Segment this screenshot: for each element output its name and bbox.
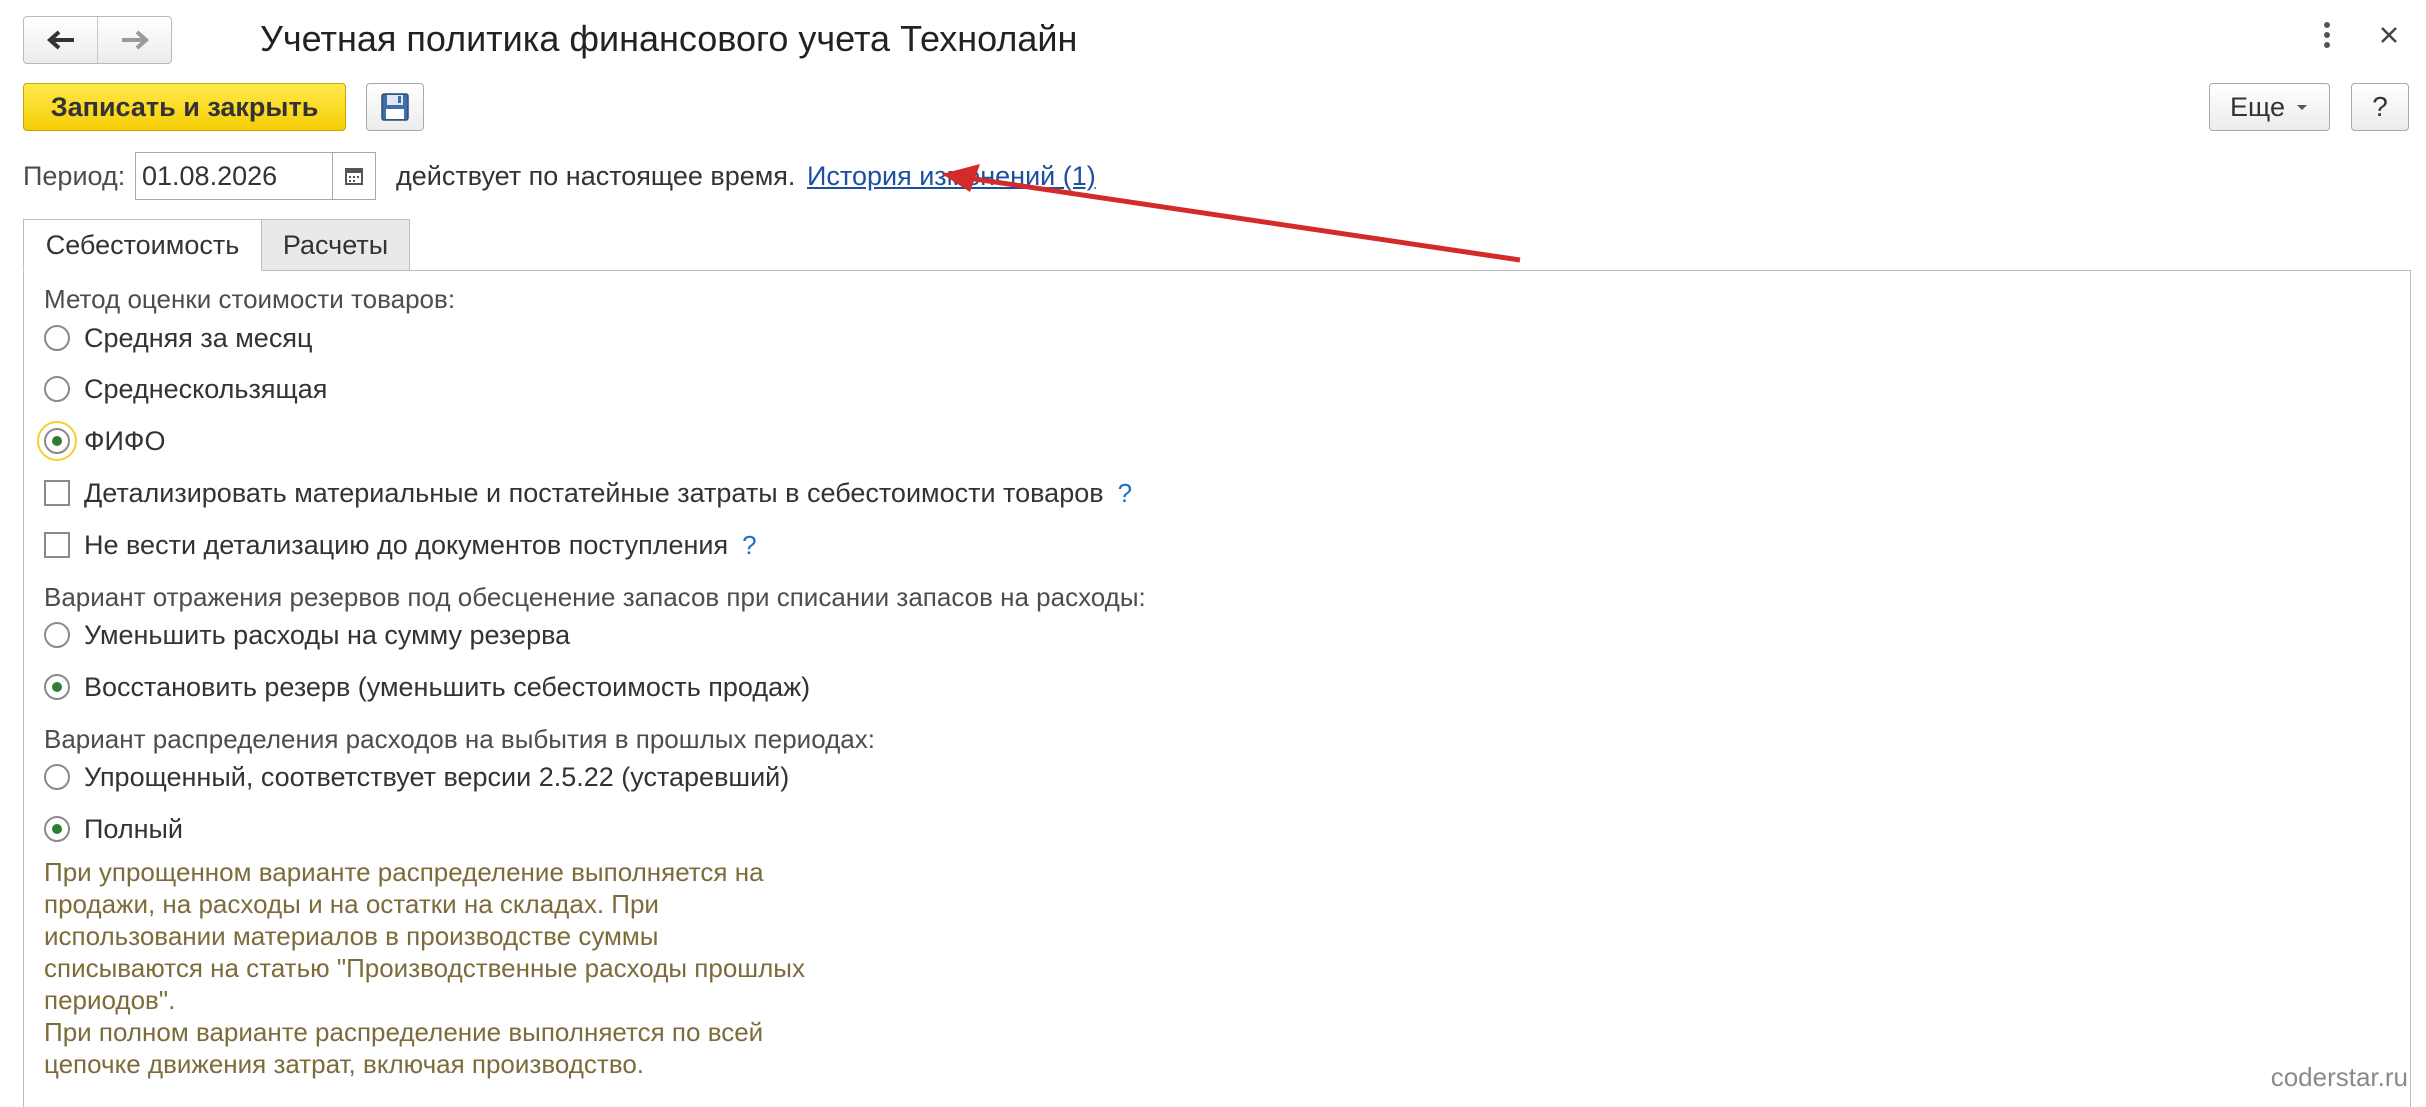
arrow-right-icon xyxy=(121,30,149,50)
radio-reduce-expenses[interactable]: Уменьшить расходы на сумму резерва xyxy=(44,617,570,653)
hint-line: списываются на статью "Производственные … xyxy=(44,953,805,983)
checkbox[interactable] xyxy=(44,532,70,558)
more-button-label: Еще xyxy=(2230,91,2285,122)
radio-simplified[interactable]: Упрощенный, соответствует версии 2.5.22 … xyxy=(44,759,789,795)
save-and-close-button[interactable]: Записать и закрыть xyxy=(23,83,346,131)
radio-circle[interactable] xyxy=(44,376,70,402)
radio-circle[interactable] xyxy=(44,325,70,351)
radio-full[interactable]: Полный xyxy=(44,811,183,847)
checkbox-label: Детализировать материальные и постатейны… xyxy=(84,477,1104,508)
watermark: coderstar.ru xyxy=(2270,1062,2408,1092)
radio-label: Средняя за месяц xyxy=(84,322,313,353)
period-label: Период: xyxy=(23,161,126,191)
radio-circle-selected[interactable] xyxy=(37,421,77,461)
hint-line: использовании материалов в производстве … xyxy=(44,921,659,951)
hint-line: цепочке движения затрат, включая произво… xyxy=(44,1049,645,1079)
radio-circle-selected[interactable] xyxy=(44,674,70,700)
radio-label: Уменьшить расходы на сумму резерва xyxy=(84,619,571,650)
hint-line: При полном варианте распределение выполн… xyxy=(44,1017,764,1047)
save-button[interactable] xyxy=(366,83,424,131)
help-button[interactable]: ? xyxy=(2351,83,2409,131)
close-icon[interactable] xyxy=(2378,20,2400,58)
radio-restore-reserve[interactable]: Восстановить резерв (уменьшить себестоим… xyxy=(44,669,810,705)
radio-label: ФИФО xyxy=(84,425,166,456)
forward-button[interactable] xyxy=(97,17,171,63)
caret-down-icon xyxy=(2296,105,2307,110)
period-date-value[interactable]: 01.08.2026 xyxy=(136,153,332,199)
checkbox-detail-material-costs[interactable]: Детализировать материальные и постатейны… xyxy=(44,475,1132,511)
checkbox[interactable] xyxy=(44,480,70,506)
radio-circle-selected[interactable] xyxy=(44,816,70,842)
radio-label: Упрощенный, соответствует версии 2.5.22 … xyxy=(84,761,790,792)
radio-label: Среднескользящая xyxy=(84,373,328,404)
distribution-label: Вариант распределения расходов на выбыти… xyxy=(44,724,875,754)
tab-settlements[interactable]: Расчеты xyxy=(261,219,410,271)
checkbox-no-receipt-detail[interactable]: Не вести детализацию до документов посту… xyxy=(44,527,757,563)
period-status-text: действует по настоящее время. xyxy=(396,161,796,191)
radio-moving-average[interactable]: Среднескользящая xyxy=(44,371,327,407)
help-question-icon[interactable]: ? xyxy=(1118,478,1132,509)
radio-circle[interactable] xyxy=(44,764,70,790)
radio-circle[interactable] xyxy=(44,622,70,648)
radio-fifo[interactable]: ФИФО xyxy=(37,421,166,461)
period-date-field[interactable]: 01.08.2026 xyxy=(135,152,376,200)
navigation-buttons xyxy=(23,16,172,64)
back-button[interactable] xyxy=(24,17,97,63)
radio-average-month[interactable]: Средняя за месяц xyxy=(44,320,312,356)
annotation-arrow xyxy=(942,164,1521,263)
checkbox-label: Не вести детализацию до документов посту… xyxy=(84,529,729,560)
calendar-icon xyxy=(345,168,363,185)
distribution-hint: При упрощенном варианте распределение вы… xyxy=(44,856,904,1080)
arrow-left-icon xyxy=(46,30,74,50)
radio-label: Полный xyxy=(84,813,183,844)
tab-cost[interactable]: Себестоимость xyxy=(23,219,262,271)
floppy-disk-icon xyxy=(381,93,409,121)
calendar-button[interactable] xyxy=(332,153,375,199)
radio-label: Восстановить резерв (уменьшить себестоим… xyxy=(84,671,811,702)
more-button[interactable]: Еще xyxy=(2209,83,2330,131)
hint-line: периодов". xyxy=(44,985,176,1015)
more-vertical-icon[interactable] xyxy=(2320,20,2334,58)
reserves-label: Вариант отражения резервов под обесценен… xyxy=(44,582,1146,612)
hint-line: продажи, на расходы и на остатки на скла… xyxy=(44,889,659,919)
valuation-method-label: Метод оценки стоимости товаров: xyxy=(44,284,456,314)
help-question-icon[interactable]: ? xyxy=(742,530,756,561)
page-title: Учетная политика финансового учета Техно… xyxy=(260,18,1078,59)
hint-line: При упрощенном варианте распределение вы… xyxy=(44,857,764,887)
